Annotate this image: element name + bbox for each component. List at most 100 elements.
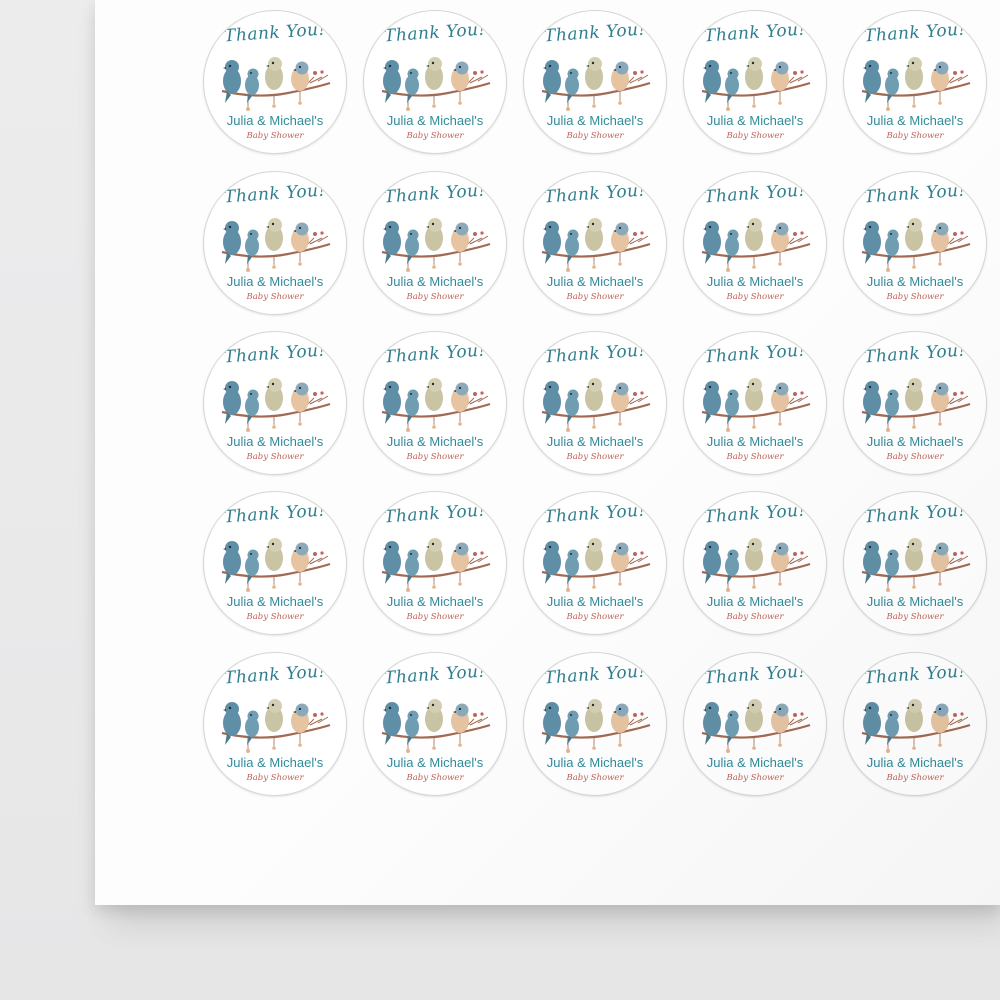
thank-you-text: Thank You! bbox=[223, 180, 327, 208]
sticker-5-3[interactable]: Thank You! Julia & Michael's Baby Shower bbox=[523, 652, 667, 796]
sticker-2-1[interactable]: Thank You! Julia & Michael's Baby Shower bbox=[203, 171, 347, 315]
sticker-1-3[interactable]: Thank You! Julia & Michael's Baby Shower bbox=[523, 10, 667, 154]
bird-illustration-icon bbox=[538, 368, 654, 436]
sticker-2-4[interactable]: Thank You! Julia & Michael's Baby Shower bbox=[683, 171, 827, 315]
names-text: Julia & Michael's bbox=[866, 434, 964, 449]
bird-illustration-icon bbox=[378, 208, 494, 276]
sticker-2-5[interactable]: Thank You! Julia & Michael's Baby Shower bbox=[843, 171, 987, 315]
occasion-text: Baby Shower bbox=[886, 612, 944, 622]
names-text: Julia & Michael's bbox=[866, 113, 964, 128]
sticker-4-3[interactable]: Thank You! Julia & Michael's Baby Shower bbox=[523, 491, 667, 635]
sticker-3-2[interactable]: Thank You! Julia & Michael's Baby Shower bbox=[363, 331, 507, 475]
sticker-5-2[interactable]: Thank You! Julia & Michael's Baby Shower bbox=[363, 652, 507, 796]
occasion-text: Baby Shower bbox=[566, 292, 624, 302]
occasion-text: Baby Shower bbox=[886, 131, 944, 141]
thank-you-text: Thank You! bbox=[863, 661, 967, 689]
sticker-5-1[interactable]: Thank You! Julia & Michael's Baby Shower bbox=[203, 652, 347, 796]
names-text: Julia & Michael's bbox=[386, 434, 484, 449]
thank-you-text: Thank You! bbox=[703, 661, 807, 689]
bird-illustration-icon bbox=[698, 208, 814, 276]
sticker-2-3[interactable]: Thank You! Julia & Michael's Baby Shower bbox=[523, 171, 667, 315]
thank-you-text: Thank You! bbox=[863, 180, 967, 208]
sticker-3-5[interactable]: Thank You! Julia & Michael's Baby Shower bbox=[843, 331, 987, 475]
names-text: Julia & Michael's bbox=[386, 594, 484, 609]
thank-you-text: Thank You! bbox=[703, 340, 807, 368]
occasion-text: Baby Shower bbox=[726, 773, 784, 783]
thank-you-text: Thank You! bbox=[703, 19, 807, 47]
thank-you-text: Thank You! bbox=[223, 661, 327, 689]
names-text: Julia & Michael's bbox=[226, 594, 324, 609]
occasion-text: Baby Shower bbox=[566, 612, 624, 622]
thank-you-text: Thank You! bbox=[383, 180, 487, 208]
thank-you-text: Thank You! bbox=[543, 19, 647, 47]
thank-you-text: Thank You! bbox=[383, 661, 487, 689]
sticker-3-4[interactable]: Thank You! Julia & Michael's Baby Shower bbox=[683, 331, 827, 475]
occasion-text: Baby Shower bbox=[726, 131, 784, 141]
bird-illustration-icon bbox=[218, 689, 334, 757]
thank-you-text: Thank You! bbox=[543, 661, 647, 689]
bird-illustration-icon bbox=[698, 368, 814, 436]
sticker-5-4[interactable]: Thank You! Julia & Michael's Baby Shower bbox=[683, 652, 827, 796]
occasion-text: Baby Shower bbox=[566, 773, 624, 783]
thank-you-text: Thank You! bbox=[383, 19, 487, 47]
sticker-2-2[interactable]: Thank You! Julia & Michael's Baby Shower bbox=[363, 171, 507, 315]
names-text: Julia & Michael's bbox=[866, 274, 964, 289]
sticker-1-5[interactable]: Thank You! Julia & Michael's Baby Shower bbox=[843, 10, 987, 154]
sticker-1-2[interactable]: Thank You! Julia & Michael's Baby Shower bbox=[363, 10, 507, 154]
thank-you-text: Thank You! bbox=[863, 500, 967, 528]
bird-illustration-icon bbox=[218, 47, 334, 115]
names-text: Julia & Michael's bbox=[226, 113, 324, 128]
sticker-4-2[interactable]: Thank You! Julia & Michael's Baby Shower bbox=[363, 491, 507, 635]
bird-illustration-icon bbox=[858, 208, 974, 276]
occasion-text: Baby Shower bbox=[246, 131, 304, 141]
names-text: Julia & Michael's bbox=[546, 755, 644, 770]
occasion-text: Baby Shower bbox=[886, 292, 944, 302]
names-text: Julia & Michael's bbox=[546, 434, 644, 449]
bird-illustration-icon bbox=[538, 689, 654, 757]
bird-illustration-icon bbox=[378, 689, 494, 757]
names-text: Julia & Michael's bbox=[546, 113, 644, 128]
thank-you-text: Thank You! bbox=[703, 500, 807, 528]
names-text: Julia & Michael's bbox=[546, 594, 644, 609]
bird-illustration-icon bbox=[538, 528, 654, 596]
bird-illustration-icon bbox=[858, 689, 974, 757]
sticker-1-4[interactable]: Thank You! Julia & Michael's Baby Shower bbox=[683, 10, 827, 154]
sticker-grid: Thank You! Julia & Michael's Baby Shower… bbox=[95, 0, 1000, 905]
names-text: Julia & Michael's bbox=[706, 594, 804, 609]
sticker-1-1[interactable]: Thank You! Julia & Michael's Baby Shower bbox=[203, 10, 347, 154]
thank-you-text: Thank You! bbox=[703, 180, 807, 208]
bird-illustration-icon bbox=[218, 528, 334, 596]
occasion-text: Baby Shower bbox=[886, 773, 944, 783]
thank-you-text: Thank You! bbox=[543, 500, 647, 528]
thank-you-text: Thank You! bbox=[383, 500, 487, 528]
sticker-3-1[interactable]: Thank You! Julia & Michael's Baby Shower bbox=[203, 331, 347, 475]
names-text: Julia & Michael's bbox=[866, 755, 964, 770]
occasion-text: Baby Shower bbox=[246, 612, 304, 622]
occasion-text: Baby Shower bbox=[246, 452, 304, 462]
names-text: Julia & Michael's bbox=[866, 594, 964, 609]
bird-illustration-icon bbox=[698, 528, 814, 596]
occasion-text: Baby Shower bbox=[406, 612, 464, 622]
sticker-4-1[interactable]: Thank You! Julia & Michael's Baby Shower bbox=[203, 491, 347, 635]
names-text: Julia & Michael's bbox=[226, 434, 324, 449]
thank-you-text: Thank You! bbox=[863, 19, 967, 47]
occasion-text: Baby Shower bbox=[726, 452, 784, 462]
sticker-5-5[interactable]: Thank You! Julia & Michael's Baby Shower bbox=[843, 652, 987, 796]
bird-illustration-icon bbox=[538, 208, 654, 276]
thank-you-text: Thank You! bbox=[383, 340, 487, 368]
occasion-text: Baby Shower bbox=[406, 292, 464, 302]
bird-illustration-icon bbox=[218, 368, 334, 436]
sticker-4-5[interactable]: Thank You! Julia & Michael's Baby Shower bbox=[843, 491, 987, 635]
occasion-text: Baby Shower bbox=[566, 452, 624, 462]
names-text: Julia & Michael's bbox=[226, 274, 324, 289]
names-text: Julia & Michael's bbox=[386, 113, 484, 128]
sticker-4-4[interactable]: Thank You! Julia & Michael's Baby Shower bbox=[683, 491, 827, 635]
sticker-sheet: Thank You! Julia & Michael's Baby Shower… bbox=[95, 0, 1000, 905]
names-text: Julia & Michael's bbox=[386, 755, 484, 770]
bird-illustration-icon bbox=[378, 368, 494, 436]
sticker-3-3[interactable]: Thank You! Julia & Michael's Baby Shower bbox=[523, 331, 667, 475]
names-text: Julia & Michael's bbox=[546, 274, 644, 289]
thank-you-text: Thank You! bbox=[863, 340, 967, 368]
bird-illustration-icon bbox=[378, 528, 494, 596]
bird-illustration-icon bbox=[538, 47, 654, 115]
